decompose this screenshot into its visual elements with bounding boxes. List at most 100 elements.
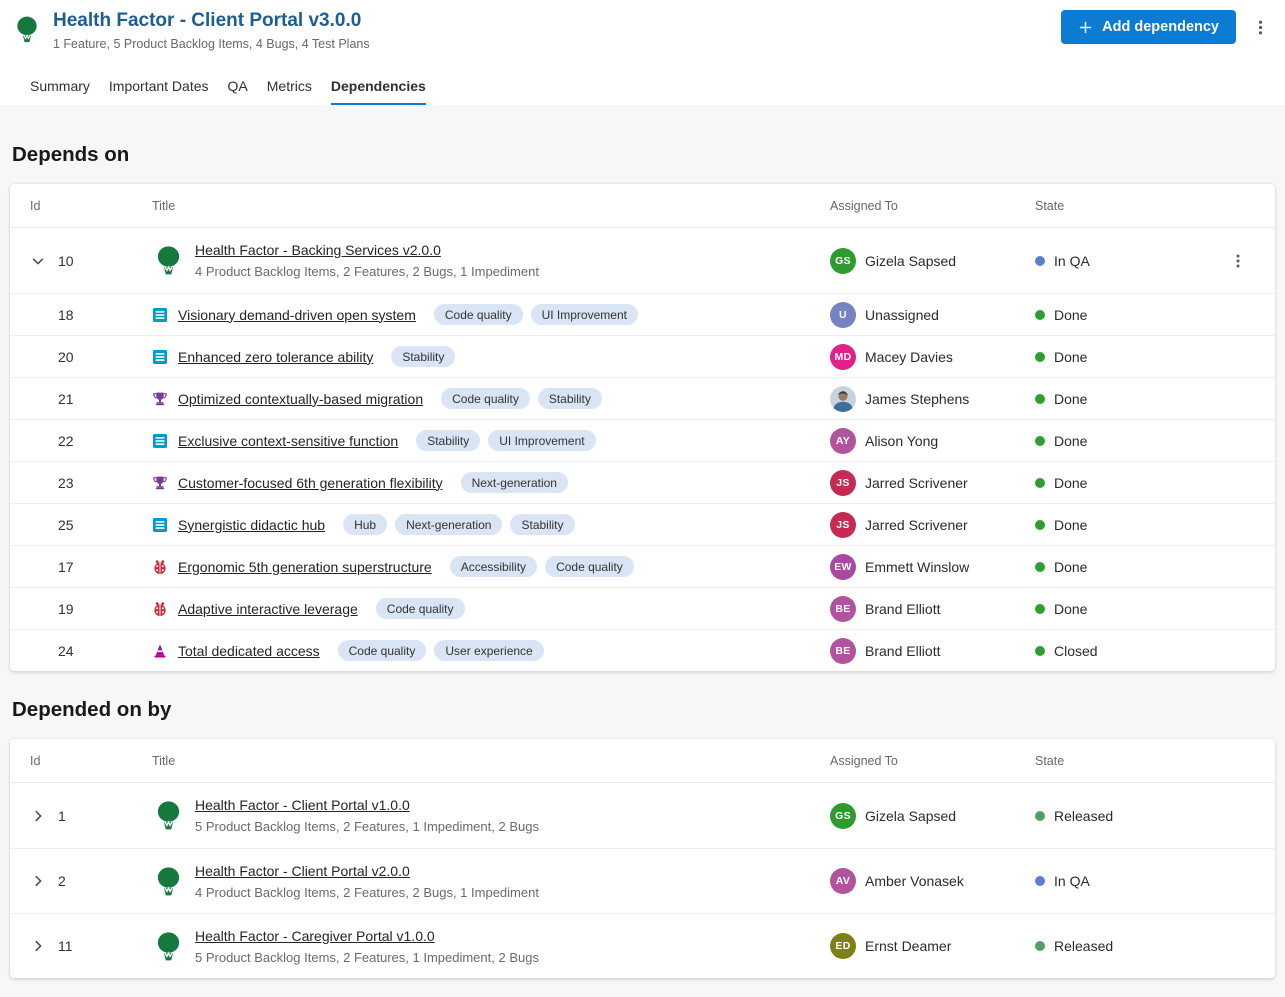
dependency-table: IdTitleAssigned ToState10Health Factor -… [10,184,1275,671]
table-row: 25 Synergistic didactic hub Hub Next-genera… [10,503,1275,545]
page-header: Health Factor - Client Portal v3.0.0 1 F… [0,0,1285,105]
add-dependency-label: Add dependency [1102,19,1219,35]
title-cell: Enhanced zero tolerance abilityStability [152,346,830,367]
work-item-link[interactable]: Total dedicated access [178,643,320,659]
work-item-link[interactable]: Health Factor - Backing Services v2.0.0 [195,242,441,258]
chevron-right-icon[interactable] [30,873,46,889]
tab-metrics[interactable]: Metrics [267,78,312,105]
state-cell: Done [1035,475,1230,491]
state-cell: Done [1035,601,1230,617]
release-icon [152,929,185,964]
row-id: 24 [58,643,74,659]
assignee-name: Ernst Deamer [865,938,951,954]
work-item-link[interactable]: Optimized contextually-based migration [178,391,423,407]
state-cell: Done [1035,559,1230,575]
assigned-cell: AYAlison Yong [830,428,1035,454]
title-cell: Health Factor - Client Portal v2.0.0 4 Pr… [152,863,830,900]
state-dot [1035,310,1045,320]
release-icon [152,864,185,899]
chevron-spacer [30,559,46,575]
state-label: Closed [1054,643,1098,659]
column-header-id: Id [10,199,152,213]
assignee-name: Brand Elliott [865,643,940,659]
title-row: Health Factor - Client Portal v3.0.0 1 F… [12,10,1269,51]
work-item-subtitle: 4 Product Backlog Items, 2 Features, 2 B… [195,885,539,900]
assignee-name: Jarred Scrivener [865,475,968,491]
add-dependency-button[interactable]: Add dependency [1061,10,1236,44]
table-header-row: IdTitleAssigned ToState [10,184,1275,228]
row-id: 23 [58,475,74,491]
tab-dependencies[interactable]: Dependencies [331,78,426,105]
avatar: MD [830,344,856,370]
release-icon [152,243,185,278]
state-cell: Released [1035,938,1230,954]
id-cell: 2 [10,873,152,889]
work-item-link[interactable]: Ergonomic 5th generation superstructure [178,559,432,575]
work-item-link[interactable]: Health Factor - Caregiver Portal v1.0.0 [195,928,435,944]
state-cell: In QA [1035,253,1230,269]
table-row: 23 Customer-focused 6th generation flexib… [10,461,1275,503]
tag: Next-generation [395,514,502,535]
state-cell: In QA [1035,873,1230,889]
state-dot [1035,876,1045,886]
state-dot [1035,352,1045,362]
tab-bar: Summary Important Dates QA Metrics Dependenc… [12,51,1269,105]
state-dot [1035,811,1045,821]
work-item-link[interactable]: Enhanced zero tolerance ability [178,349,373,365]
work-item-link[interactable]: Synergistic didactic hub [178,517,325,533]
work-item-title-block: Health Factor - Caregiver Portal v1.0.05… [195,928,539,965]
id-cell: 20 [10,349,152,365]
state-label: In QA [1054,253,1090,269]
id-cell: 21 [10,391,152,407]
pbi-icon [152,349,168,365]
chevron-down-icon[interactable] [30,253,46,269]
assigned-cell: AVAmber Vonasek [830,868,1035,894]
tag: Code quality [338,640,427,661]
more-options-icon[interactable] [1252,19,1269,36]
assigned-cell: EDErnst Deamer [830,933,1035,959]
work-item-link[interactable]: Health Factor - Client Portal v2.0.0 [195,863,410,879]
table-row: 22Exclusive context-sensitive functionSt… [10,419,1275,461]
tag-list: Next-generation [461,472,568,493]
avatar-photo [830,386,856,412]
chevron-spacer [30,517,46,533]
tag: Stability [510,514,574,535]
row-more-options-icon[interactable] [1230,253,1246,269]
work-item-link[interactable]: Exclusive context-sensitive function [178,433,398,449]
assigned-cell: BEBrand Elliott [830,596,1035,622]
tab-qa[interactable]: QA [228,78,248,105]
assignee-name: Unassigned [865,307,939,323]
row-id: 25 [58,517,74,533]
work-item-link[interactable]: Customer-focused 6th generation flexibil… [178,475,443,491]
page-subtitle: 1 Feature, 5 Product Backlog Items, 4 Bu… [53,37,370,51]
avatar: AY [830,428,856,454]
tab-important-dates[interactable]: Important Dates [109,78,209,105]
state-label: Done [1054,475,1087,491]
table-row: 24Total dedicated accessCode qualityUser… [10,629,1275,671]
assigned-cell: JS Jarred Scrivener [830,470,1035,496]
title-cell: Ergonomic 5th generation superstructureA… [152,556,830,577]
assigned-cell: MDMacey Davies [830,344,1035,370]
chevron-spacer [30,307,46,323]
chevron-spacer [30,643,46,659]
work-item-link[interactable]: Health Factor - Client Portal v1.0.0 [195,797,410,813]
assigned-cell: BEBrand Elliott [830,638,1035,664]
column-header-assigned: Assigned To [830,199,1035,213]
chevron-right-icon[interactable] [30,808,46,824]
table-header-row: IdTitleAssigned ToState [10,739,1275,783]
chevron-right-icon[interactable] [30,938,46,954]
assignee-name: Brand Elliott [865,601,940,617]
avatar: JS [830,470,856,496]
avatar: GS [830,248,856,274]
row-id: 1 [58,808,66,824]
state-label: Done [1054,349,1087,365]
table-row: 17 Ergonomic 5th generation superstructur… [10,545,1275,587]
row-id: 17 [58,559,74,575]
work-item-link[interactable]: Visionary demand-driven open system [178,307,416,323]
tab-summary[interactable]: Summary [30,78,90,105]
assigned-cell: GSGizela Sapsed [830,248,1035,274]
tag: Hub [343,514,387,535]
work-item-link[interactable]: Adaptive interactive leverage [178,601,358,617]
tag-list: StabilityUI Improvement [416,430,595,451]
section-heading: Depended on by [10,671,1275,739]
